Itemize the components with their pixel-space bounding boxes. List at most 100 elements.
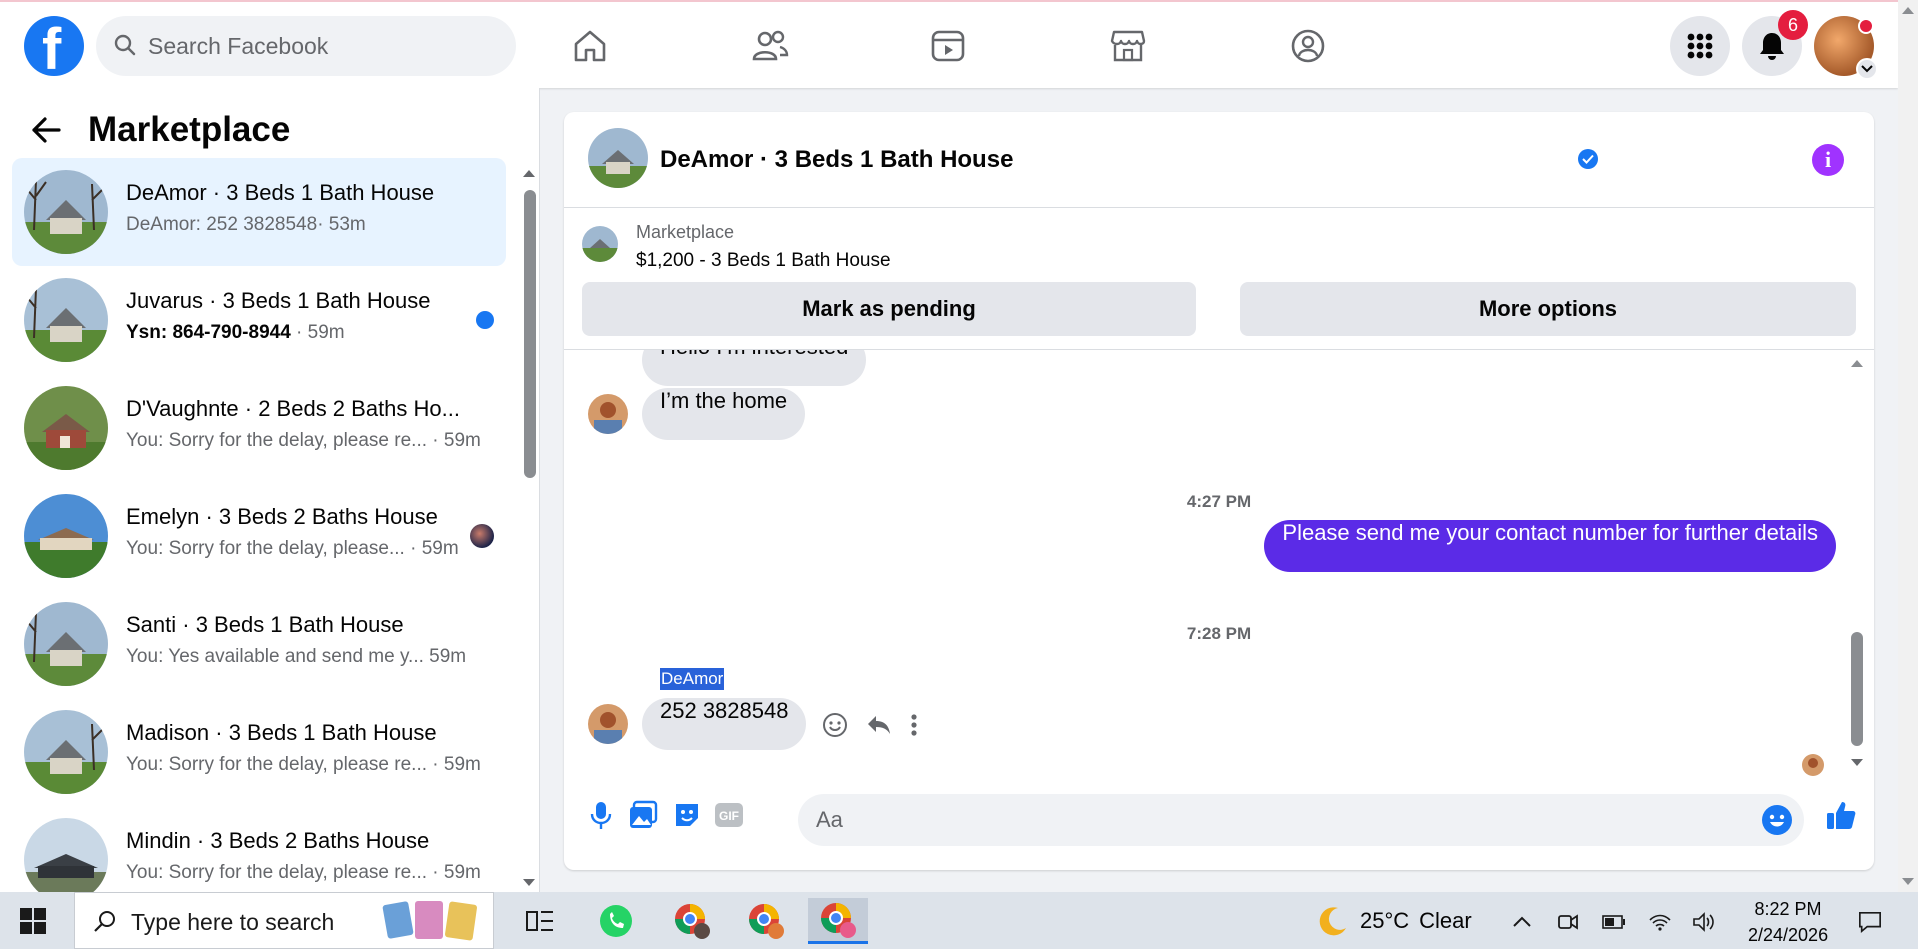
search-box[interactable] xyxy=(96,16,516,76)
photo-icon[interactable] xyxy=(626,798,660,832)
reply-icon[interactable] xyxy=(866,713,892,737)
conversation-preview: You: Sorry for the delay, please re... ·… xyxy=(126,862,481,883)
meet-icon[interactable] xyxy=(1556,910,1580,934)
message-timestamp: 7:28 PM xyxy=(1186,624,1252,643)
more-vertical-icon[interactable] xyxy=(910,713,918,737)
volume-icon[interactable] xyxy=(1692,910,1716,934)
sidebar-scrollbar[interactable] xyxy=(522,168,536,888)
thumbs-up-icon[interactable] xyxy=(1824,798,1858,832)
clock-time: 8:22 PM xyxy=(1754,899,1822,919)
conversation-title: Madison · 3 Beds 1 Bath House xyxy=(126,720,437,745)
scroll-down-icon[interactable] xyxy=(1898,876,1918,888)
listing-thumbnail xyxy=(24,494,108,578)
friends-icon[interactable] xyxy=(748,24,792,68)
page-scrollbar[interactable] xyxy=(1898,0,1918,892)
incoming-message[interactable]: I’m the home xyxy=(642,388,806,440)
taskbar-search-input[interactable] xyxy=(131,907,381,937)
listing-category[interactable]: Marketplace xyxy=(636,222,734,243)
windows-start-icon[interactable] xyxy=(20,908,46,934)
chat-panel: DeAmor · 3 Beds 1 Bath House i Marketpla… xyxy=(564,112,1874,870)
menu-grid-button[interactable] xyxy=(1670,16,1730,76)
conversation-title: Santi · 3 Beds 1 Bath House xyxy=(126,612,404,637)
chrome-profile-icon[interactable] xyxy=(736,898,796,944)
message-composer: GIF xyxy=(564,774,1874,870)
scroll-up-icon[interactable] xyxy=(1850,358,1864,368)
facebook-logo[interactable]: f xyxy=(24,16,84,80)
message-input[interactable] xyxy=(816,804,1716,836)
conversation-title: D'Vaughnte · 2 Beds 2 Baths Ho... xyxy=(126,396,460,421)
conversation-preview: Ysn: 864-790-8944 · 59m xyxy=(126,322,345,343)
unread-indicator xyxy=(476,311,494,329)
conversation-item[interactable]: Emelyn · 3 Beds 2 Baths House You: Sorry… xyxy=(12,482,506,590)
marketplace-icon[interactable] xyxy=(1106,24,1150,68)
battery-icon[interactable] xyxy=(1602,910,1626,934)
conversation-title: Juvarus · 3 Beds 1 Bath House xyxy=(126,288,431,313)
back-arrow-icon[interactable] xyxy=(26,110,66,150)
chevron-up-icon[interactable] xyxy=(1510,910,1534,934)
chrome-profile-icon-active[interactable] xyxy=(808,898,868,944)
conversation-item[interactable]: Santi · 3 Beds 1 Bath House You: Yes ava… xyxy=(12,590,506,698)
emoji-icon[interactable] xyxy=(1762,805,1792,835)
conversation-item[interactable]: D'Vaughnte · 2 Beds 2 Baths Ho... You: S… xyxy=(12,374,506,482)
incoming-message[interactable]: 252 3828548 xyxy=(642,698,807,750)
notification-center-icon[interactable] xyxy=(1858,910,1882,934)
chat-scrollbar[interactable] xyxy=(1850,358,1864,768)
task-view-icon[interactable] xyxy=(510,898,570,944)
profile-avatar[interactable] xyxy=(1814,16,1878,80)
listing-price[interactable]: $1,200 - 3 Beds 1 Bath House xyxy=(636,250,891,272)
weather-widget[interactable]: 25°C Clear xyxy=(1316,904,1472,938)
watch-icon[interactable] xyxy=(926,24,970,68)
grid-icon xyxy=(1687,33,1713,59)
conversation-preview: You: Sorry for the delay, please... · 59… xyxy=(126,538,459,559)
search-icon xyxy=(114,34,136,56)
chat-title[interactable]: DeAmor · 3 Beds 1 Bath House xyxy=(660,146,1013,174)
notifications-button[interactable]: 6 xyxy=(1742,10,1808,76)
conversation-item[interactable]: DeAmor · 3 Beds 1 Bath House DeAmor: 252… xyxy=(12,158,506,266)
whatsapp-icon[interactable] xyxy=(586,898,646,944)
system-clock[interactable]: 8:22 PM 2/24/2026 xyxy=(1748,896,1828,948)
scrollbar-thumb[interactable] xyxy=(1851,632,1863,746)
svg-text:GIF: GIF xyxy=(719,809,739,823)
gif-icon[interactable]: GIF xyxy=(712,798,746,832)
chevron-down-icon[interactable] xyxy=(1856,58,1878,80)
chrome-profile-icon[interactable] xyxy=(662,898,722,944)
home-icon[interactable] xyxy=(568,24,612,68)
scrollbar-thumb[interactable] xyxy=(524,190,536,478)
sticker-icon[interactable] xyxy=(670,798,704,832)
scroll-up-icon[interactable] xyxy=(1898,4,1918,16)
search-highlight-image xyxy=(382,901,477,941)
react-emoji-icon[interactable] xyxy=(822,712,848,738)
message-actions xyxy=(822,712,918,738)
wifi-icon[interactable] xyxy=(1648,910,1672,934)
incoming-message[interactable]: Hello I’m interested xyxy=(642,350,867,386)
search-input[interactable] xyxy=(148,28,488,64)
search-icon xyxy=(94,911,115,932)
scroll-down-icon[interactable] xyxy=(1850,758,1864,768)
message-thread: Hello I’m interested I’m the home 4:27 P… xyxy=(564,350,1874,768)
microphone-icon[interactable] xyxy=(584,798,618,832)
mark-as-pending-button[interactable]: Mark as pending xyxy=(582,282,1196,336)
conversation-item[interactable]: Madison · 3 Beds 1 Bath House You: Sorry… xyxy=(12,698,506,806)
more-options-button[interactable]: More options xyxy=(1240,282,1856,336)
marketplace-sidebar: Marketplace DeAmor · 3 Beds 1 Bath House… xyxy=(0,88,540,892)
outgoing-message[interactable]: Please send me your contact number for f… xyxy=(1264,520,1836,572)
conversation-preview: You: Sorry for the delay, please re... ·… xyxy=(126,430,481,451)
scroll-up-icon[interactable] xyxy=(522,168,536,178)
conversation-list: DeAmor · 3 Beds 1 Bath House DeAmor: 252… xyxy=(12,158,506,892)
info-icon[interactable]: i xyxy=(1812,144,1844,176)
top-navigation-bar: f 6 xyxy=(0,0,1898,88)
conversation-item[interactable]: Mindin · 3 Beds 2 Baths House You: Sorry… xyxy=(12,806,506,892)
listing-thumbnail xyxy=(24,170,108,254)
conversation-item[interactable]: Juvarus · 3 Beds 1 Bath House Ysn: 864-7… xyxy=(12,266,506,374)
notification-badge: 6 xyxy=(1778,10,1808,40)
scroll-down-icon[interactable] xyxy=(522,878,536,888)
taskbar-search[interactable] xyxy=(74,892,494,949)
chat-avatar[interactable] xyxy=(588,128,648,188)
message-input-box[interactable] xyxy=(798,794,1804,846)
listing-thumbnail xyxy=(24,386,108,470)
moon-icon xyxy=(1319,907,1346,936)
verified-badge-icon xyxy=(1578,149,1598,169)
groups-icon[interactable] xyxy=(1286,24,1330,68)
sender-avatar[interactable] xyxy=(588,704,628,744)
sender-avatar[interactable] xyxy=(588,394,628,434)
